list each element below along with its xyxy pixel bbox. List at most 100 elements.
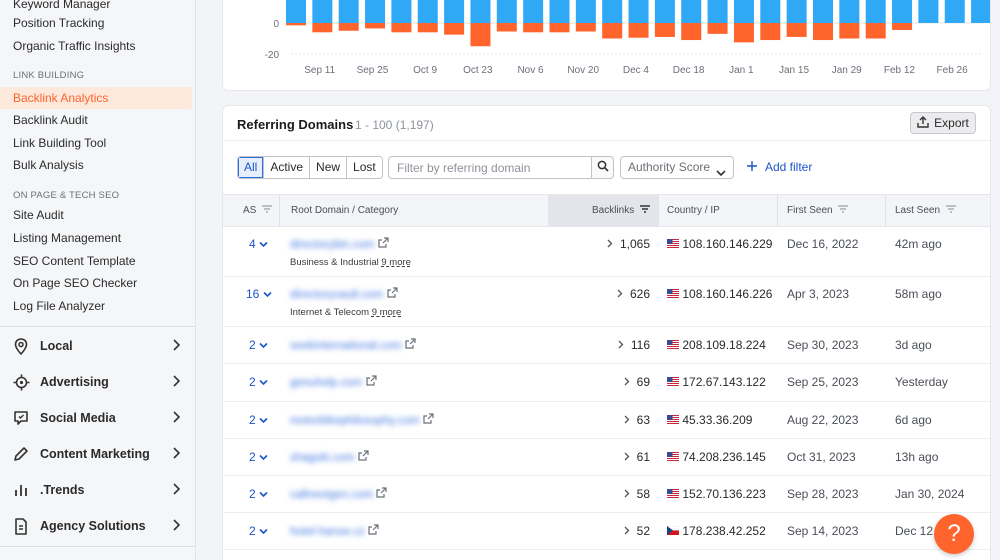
authority-score-toggle[interactable]: 2 bbox=[249, 338, 268, 352]
authority-score-toggle[interactable]: 2 bbox=[249, 375, 268, 389]
authority-score-toggle[interactable]: 2 bbox=[249, 413, 268, 427]
sidebar-group-content-marketing[interactable]: Content Marketing bbox=[0, 436, 195, 472]
backlinks-value: 61 bbox=[636, 450, 650, 464]
domain-link[interactable]: genuhelp.com bbox=[290, 377, 362, 389]
root-domain[interactable]: directoryvault.com bbox=[290, 287, 398, 301]
us-flag-icon bbox=[667, 338, 679, 352]
sidebar-item-organic-traffic-insights[interactable]: Organic Traffic Insights bbox=[0, 35, 192, 57]
sidebar-group-agency-solutions[interactable]: Agency Solutions bbox=[0, 508, 195, 544]
referring-domains-panel: Referring Domains 1 - 100 (1,197) Export… bbox=[222, 105, 991, 560]
authority-score-select[interactable]: Authority Score bbox=[620, 156, 734, 179]
column-label: Backlinks bbox=[591, 205, 635, 217]
filter-search-button[interactable] bbox=[591, 156, 614, 179]
chevron-down-icon bbox=[259, 413, 268, 427]
column-label: AS bbox=[243, 205, 257, 217]
sidebar-item-on-page-seo-checker[interactable]: On Page SEO Checker bbox=[0, 272, 192, 294]
country-ip: 152.70.136.223 bbox=[667, 487, 766, 501]
root-domain[interactable]: callnextgen.com bbox=[290, 487, 388, 501]
bar-lost bbox=[391, 23, 412, 33]
root-domain[interactable]: shagoki.com bbox=[290, 450, 369, 464]
help-button[interactable]: ? bbox=[934, 514, 974, 554]
sidebar-item-backlink-analytics[interactable]: Backlink Analytics bbox=[0, 87, 192, 109]
root-domain[interactable]: seekinternational.com bbox=[290, 338, 416, 352]
domain-link[interactable]: directoryvault.com bbox=[290, 289, 383, 301]
column-header-country-ip[interactable]: Country / IP bbox=[667, 195, 720, 226]
domain-link[interactable]: directorybin.com bbox=[290, 239, 374, 251]
column-header-as[interactable]: AS bbox=[243, 195, 273, 226]
domain-link[interactable]: hotel-hanse.cz bbox=[290, 526, 365, 538]
external-link-icon[interactable] bbox=[423, 413, 434, 427]
root-domain[interactable]: genuhelp.com bbox=[290, 375, 377, 389]
backlinks-count[interactable]: 1,065 bbox=[548, 237, 650, 251]
authority-score-toggle[interactable]: 2 bbox=[249, 450, 268, 464]
bar-new bbox=[470, 0, 491, 23]
bar-new bbox=[760, 0, 781, 23]
external-link-icon[interactable] bbox=[376, 487, 388, 501]
authority-score-toggle[interactable]: 4 bbox=[249, 237, 268, 251]
backlinks-count[interactable]: 52 bbox=[548, 524, 650, 538]
backlinks-count[interactable]: 116 bbox=[548, 338, 650, 352]
column-header-last-seen[interactable]: Last Seen bbox=[895, 195, 956, 226]
external-link-icon[interactable] bbox=[378, 237, 389, 251]
external-link-icon[interactable] bbox=[387, 287, 398, 301]
sidebar-group-social-media[interactable]: Social Media bbox=[0, 400, 195, 436]
x-tick-label: Dec 4 bbox=[623, 65, 650, 76]
sidebar-item-position-tracking[interactable]: Position Tracking bbox=[0, 12, 192, 34]
domain-link[interactable]: motorbikephilosophy.com bbox=[290, 415, 420, 427]
authority-score-toggle[interactable]: 2 bbox=[249, 487, 268, 501]
column-header-root-domain[interactable]: Root Domain / Category bbox=[291, 195, 398, 226]
table-row: 4 directorybin.com Business & Industrial… bbox=[223, 227, 990, 277]
sidebar-item-listing-management[interactable]: Listing Management bbox=[0, 227, 192, 249]
column-header-first-seen[interactable]: First Seen bbox=[787, 195, 849, 226]
sidebar-group-local[interactable]: Local bbox=[0, 328, 195, 364]
add-filter-button[interactable]: Add filter bbox=[747, 160, 812, 174]
root-domain[interactable]: motorbikephilosophy.com bbox=[290, 413, 434, 427]
filter-tab-active[interactable]: Active bbox=[264, 157, 311, 178]
column-header-backlinks[interactable]: Backlinks bbox=[548, 195, 658, 226]
authority-score-toggle[interactable]: 2 bbox=[249, 524, 268, 538]
root-domain[interactable]: hotel-hanse.cz bbox=[290, 524, 379, 538]
domain-link[interactable]: callnextgen.com bbox=[290, 489, 373, 501]
ip-address: 108.160.146.229 bbox=[682, 237, 773, 251]
table-row: 2 genuhelp.com 69 172.67.143.122 Sep 25, … bbox=[223, 364, 990, 402]
authority-score-value: 2 bbox=[249, 450, 256, 464]
filter-tab-lost[interactable]: Lost bbox=[347, 157, 382, 178]
bar-lost bbox=[628, 23, 649, 38]
backlinks-count[interactable]: 626 bbox=[548, 287, 650, 301]
sidebar-item-link-building-tool[interactable]: Link Building Tool bbox=[0, 132, 192, 154]
domain-link[interactable]: seekinternational.com bbox=[290, 340, 402, 352]
authority-score-toggle[interactable]: 16 bbox=[246, 287, 272, 301]
export-button[interactable]: Export bbox=[910, 112, 976, 134]
backlinks-count[interactable]: 63 bbox=[548, 413, 650, 427]
domain-link[interactable]: shagoki.com bbox=[290, 452, 355, 464]
backlinks-count[interactable]: 58 bbox=[548, 487, 650, 501]
backlinks-count[interactable]: 69 bbox=[548, 375, 650, 389]
sidebar-item-bulk-analysis[interactable]: Bulk Analysis bbox=[0, 154, 192, 176]
sidebar-item-site-audit[interactable]: Site Audit bbox=[0, 204, 192, 226]
us-flag-icon bbox=[667, 375, 679, 389]
external-link-icon[interactable] bbox=[358, 450, 369, 464]
chat-bubble-icon bbox=[12, 409, 30, 427]
sidebar-group-trends[interactable]: .Trends bbox=[0, 472, 195, 508]
external-link-icon[interactable] bbox=[368, 524, 379, 538]
referring-domain-filter-input[interactable] bbox=[388, 156, 591, 179]
filter-tab-all[interactable]: All bbox=[238, 157, 265, 178]
external-link-icon[interactable] bbox=[365, 375, 377, 389]
backlinks-count[interactable]: 61 bbox=[548, 450, 650, 464]
bar-new bbox=[865, 0, 886, 23]
root-domain[interactable]: directorybin.com bbox=[290, 237, 389, 251]
sidebar-item-seo-content-template[interactable]: SEO Content Template bbox=[0, 250, 192, 272]
more-categories-link[interactable]: 9 more bbox=[372, 307, 402, 318]
external-link-icon[interactable] bbox=[405, 338, 416, 352]
country-ip: 208.109.18.224 bbox=[667, 338, 766, 352]
more-categories-link[interactable]: 9 more bbox=[381, 257, 411, 268]
last-seen: 42m ago bbox=[895, 237, 942, 251]
filter-tab-new[interactable]: New bbox=[310, 157, 348, 178]
sidebar-item-backlink-audit[interactable]: Backlink Audit bbox=[0, 109, 192, 131]
sidebar-group-label: Agency Solutions bbox=[40, 519, 146, 533]
sidebar-group-advertising[interactable]: Advertising bbox=[0, 364, 195, 400]
bar-new bbox=[338, 0, 359, 23]
sidebar-item-log-file-analyzer[interactable]: Log File Analyzer bbox=[0, 295, 192, 317]
bar-new bbox=[786, 0, 807, 23]
bar-new bbox=[918, 0, 939, 23]
